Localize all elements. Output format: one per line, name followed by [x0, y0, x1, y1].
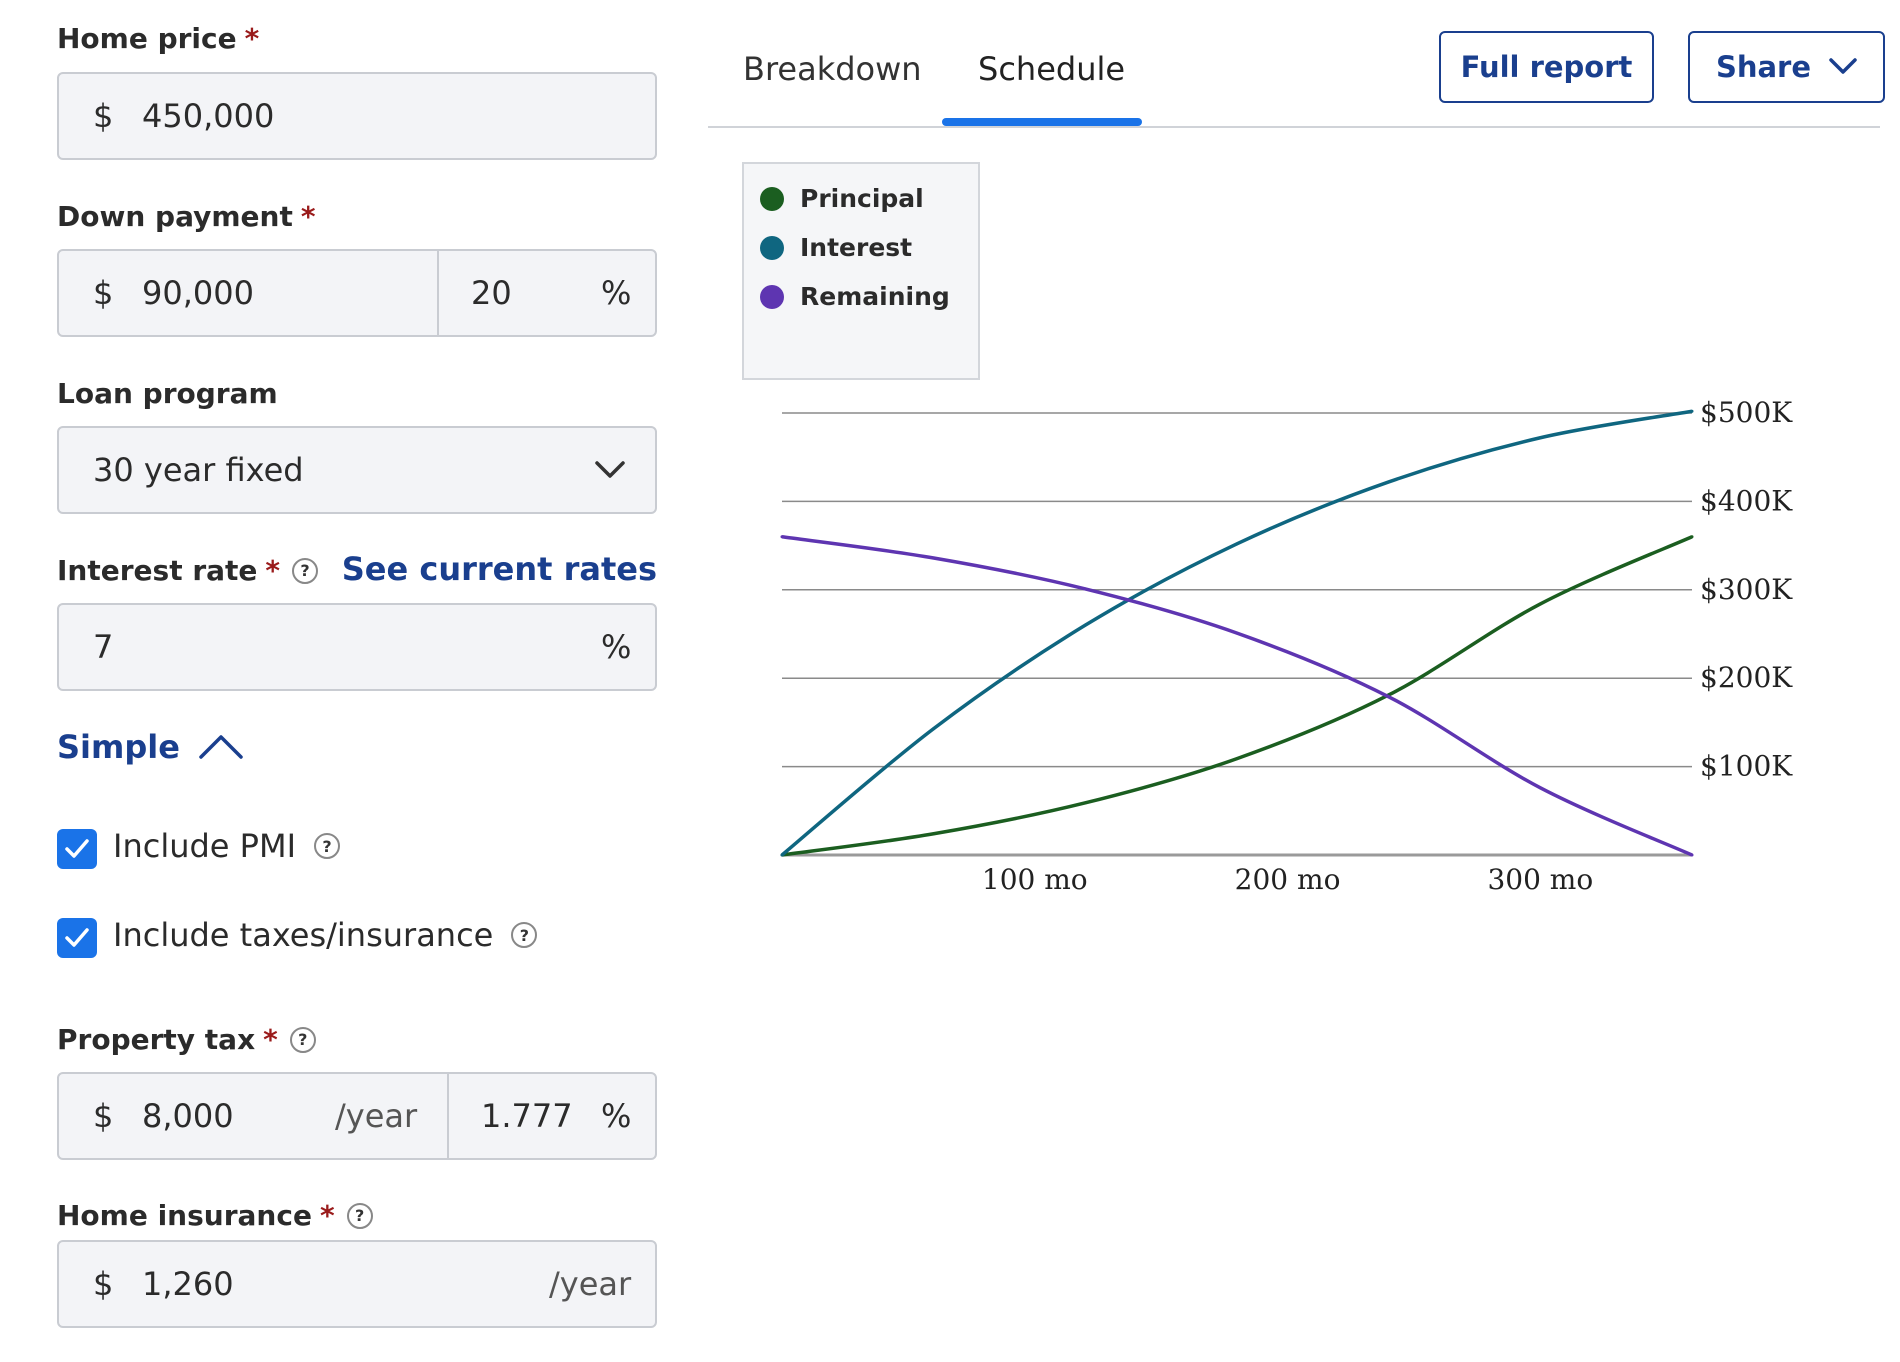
- percent-sign: %: [601, 1097, 632, 1135]
- home-price-label: Home price *: [57, 22, 260, 55]
- field-divider: [447, 1074, 449, 1158]
- legend-swatch: [760, 284, 784, 309]
- help-icon[interactable]: ?: [292, 557, 319, 584]
- tab-bar-divider: [708, 126, 1880, 128]
- series-line-principal: [781, 535, 1693, 857]
- data-point-interest: [1538, 436, 1542, 440]
- home-insurance-amount-input[interactable]: 1,260: [142, 1242, 234, 1326]
- percent-sign: %: [601, 274, 632, 312]
- see-current-rates-link[interactable]: See current rates: [342, 550, 657, 588]
- y-tick-label: $300K: [1700, 573, 1793, 606]
- help-icon[interactable]: ?: [346, 1202, 373, 1229]
- data-point-principal: [932, 832, 936, 836]
- data-point-interest: [932, 727, 936, 731]
- data-point-interest: [780, 853, 784, 857]
- x-tick-label: 200 mo: [1235, 863, 1341, 896]
- y-tick-label: $200K: [1700, 661, 1793, 694]
- data-point-principal: [1690, 535, 1694, 539]
- per-year-unit: /year: [335, 1097, 418, 1135]
- data-point-interest: [1690, 409, 1694, 413]
- full-report-button[interactable]: Full report: [1439, 31, 1654, 103]
- x-tick-label: 300 mo: [1487, 863, 1593, 896]
- legend-item-remaining: Remaining: [760, 282, 950, 311]
- interest-rate-value[interactable]: 7: [93, 605, 113, 689]
- help-icon[interactable]: ?: [314, 833, 340, 859]
- checkmark-icon: [65, 839, 89, 858]
- data-point-remaining: [1690, 853, 1694, 857]
- include-pmi-checkbox[interactable]: [57, 829, 97, 869]
- data-point-remaining: [1387, 695, 1391, 699]
- data-point-remaining: [932, 556, 936, 560]
- x-tick-label: 100 mo: [982, 863, 1088, 896]
- data-point-remaining: [780, 535, 784, 539]
- legend-swatch: [760, 186, 784, 211]
- currency-symbol: $: [93, 97, 114, 135]
- home-price-value[interactable]: 450,000: [142, 74, 274, 158]
- required-marker: *: [265, 554, 281, 587]
- data-point-remaining: [1083, 587, 1087, 591]
- include-taxes-label: Include taxes/insurance ?: [113, 916, 538, 954]
- percent-sign: %: [601, 628, 632, 666]
- series-line-remaining: [781, 535, 1693, 857]
- active-tab-indicator: [942, 118, 1142, 126]
- include-taxes-checkbox[interactable]: [57, 918, 97, 958]
- data-point-interest: [1387, 480, 1391, 484]
- chart-series: [780, 409, 1694, 857]
- home-price-field[interactable]: $ 450,000: [57, 72, 657, 160]
- data-point-principal: [1083, 801, 1087, 805]
- data-point-remaining: [1538, 786, 1542, 790]
- home-insurance-field[interactable]: $ 1,260 /year: [57, 1240, 657, 1328]
- help-icon[interactable]: ?: [511, 922, 538, 948]
- include-pmi-label: Include PMI ?: [113, 827, 340, 865]
- data-point-principal: [1538, 602, 1542, 606]
- currency-symbol: $: [93, 1097, 114, 1135]
- help-icon[interactable]: ?: [289, 1026, 316, 1053]
- loan-program-label: Loan program: [57, 377, 278, 410]
- property-tax-label: Property tax * ?: [57, 1023, 316, 1056]
- loan-program-select[interactable]: 30 year fixed: [57, 426, 657, 514]
- property-tax-field: $ 8,000 /year 1.777 %: [57, 1072, 657, 1160]
- data-point-interest: [1235, 542, 1239, 546]
- required-marker: *: [319, 1199, 335, 1232]
- amortization-chart: $100K $200K $300K $400K $500K 100 mo 200 mo 300…: [780, 396, 1793, 896]
- legend-item-principal: Principal: [760, 184, 924, 213]
- property-tax-amount-input[interactable]: 8,000: [142, 1074, 234, 1158]
- checkmark-icon: [65, 928, 89, 947]
- currency-symbol: $: [93, 1265, 114, 1303]
- simple-toggle[interactable]: Simple: [57, 728, 244, 766]
- required-marker: *: [263, 1023, 278, 1056]
- data-point-principal: [1235, 757, 1239, 761]
- tab-breakdown[interactable]: Breakdown: [743, 50, 922, 88]
- down-payment-label: Down payment *: [57, 200, 316, 233]
- loan-program-value: 30 year fixed: [93, 451, 304, 489]
- chevron-up-icon: [199, 735, 243, 759]
- data-point-remaining: [1235, 631, 1239, 635]
- down-payment-field: $ 90,000 20 %: [57, 249, 657, 337]
- tab-schedule[interactable]: Schedule: [978, 50, 1125, 88]
- share-button[interactable]: Share: [1688, 31, 1885, 103]
- per-year-unit: /year: [549, 1265, 632, 1303]
- y-tick-label: $400K: [1700, 484, 1793, 517]
- required-marker: *: [244, 22, 260, 55]
- legend-item-interest: Interest: [760, 233, 912, 262]
- down-payment-amount-input[interactable]: 90,000: [142, 251, 254, 335]
- interest-rate-field[interactable]: 7 %: [57, 603, 657, 691]
- y-tick-label: $500K: [1700, 396, 1793, 429]
- chevron-down-icon: [595, 428, 625, 512]
- currency-symbol: $: [93, 274, 114, 312]
- data-point-interest: [1083, 623, 1087, 627]
- y-tick-label: $100K: [1700, 750, 1793, 783]
- required-marker: *: [300, 200, 316, 233]
- down-payment-percent-input[interactable]: 20: [471, 251, 512, 335]
- interest-rate-label: Interest rate * ?: [57, 554, 319, 587]
- property-tax-percent-input[interactable]: 1.777: [481, 1074, 581, 1158]
- legend-swatch: [760, 235, 784, 260]
- home-insurance-label: Home insurance * ?: [57, 1199, 373, 1232]
- chart-legend: Principal Interest Remaining: [742, 162, 980, 380]
- chevron-down-icon: [1829, 58, 1857, 74]
- field-divider: [437, 251, 439, 335]
- chart-labels: $100K $200K $300K $400K $500K 100 mo 200 mo 300…: [982, 396, 1793, 896]
